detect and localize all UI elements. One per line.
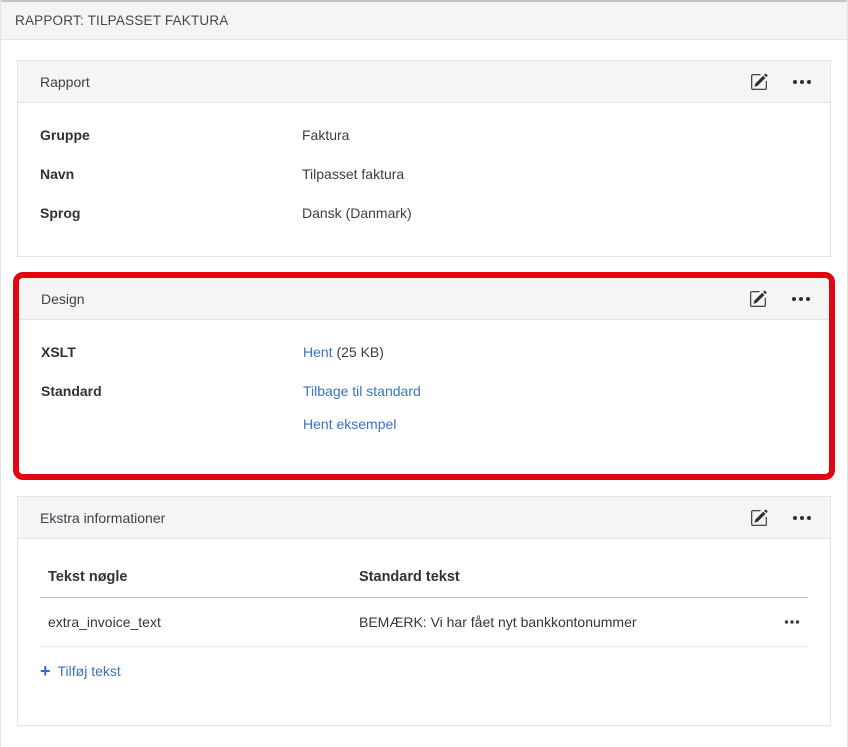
card-ekstra-actions (748, 507, 814, 529)
field-label: Standard (41, 381, 303, 434)
add-text-label: Tilføj tekst (58, 660, 121, 682)
download-example-link[interactable]: Hent eksempel (303, 414, 421, 434)
edit-icon (750, 73, 768, 91)
edit-button[interactable] (747, 288, 769, 310)
add-text-link[interactable]: + Tilføj tekst (40, 660, 121, 682)
ellipsis-icon (792, 512, 812, 524)
cell-row-actions (774, 598, 808, 647)
column-header-key: Tekst nøgle (40, 559, 351, 598)
card-design-header: Design (19, 278, 829, 320)
ellipsis-icon (784, 615, 800, 630)
plus-icon: + (40, 662, 51, 680)
edit-icon (750, 509, 768, 527)
field-value: Hent (25 KB) (303, 342, 384, 362)
card-design-actions (747, 288, 813, 310)
table-header-row: Tekst nøgle Standard tekst (40, 559, 808, 598)
more-button[interactable] (790, 74, 814, 90)
page-header: RAPPORT: TILPASSET FAKTURA (1, 0, 847, 40)
card-rapport-title: Rapport (40, 74, 90, 90)
more-button[interactable] (790, 510, 814, 526)
card-design: Design (19, 278, 829, 474)
ellipsis-icon (792, 76, 812, 88)
field-label: Navn (40, 164, 302, 184)
card-ekstra-informationer: Ekstra informationer (17, 496, 831, 726)
card-design-body: XSLT Hent (25 KB) Standard Tilbage til s… (19, 320, 829, 474)
field-value: Faktura (302, 125, 349, 145)
edit-button[interactable] (748, 71, 770, 93)
field-value: Dansk (Danmark) (302, 203, 412, 223)
main-content: Rapport Gruppe (1, 60, 847, 726)
column-header-text: Standard tekst (351, 559, 774, 598)
field-row-standard: Standard Tilbage til standard Hent eksem… (41, 381, 807, 434)
edit-icon (749, 290, 767, 308)
xslt-file-size: (25 KB) (336, 344, 383, 360)
field-label: XSLT (41, 342, 303, 362)
page-title: RAPPORT: TILPASSET FAKTURA (15, 13, 229, 28)
cell-text-key: extra_invoice_text (40, 598, 351, 647)
field-label: Sprog (40, 203, 302, 223)
card-rapport-body: Gruppe Faktura Navn Tilpasset faktura Sp… (18, 103, 830, 253)
cell-standard-text: BEMÆRK: Vi har fået nyt bankkontonummer (351, 598, 774, 647)
card-rapport-header: Rapport (18, 61, 830, 103)
back-to-standard-link[interactable]: Tilbage til standard (303, 381, 421, 401)
card-ekstra-body: Tekst nøgle Standard tekst extra_invoice… (18, 539, 830, 706)
card-design-title: Design (41, 291, 85, 307)
field-value: Tilpasset faktura (302, 164, 404, 184)
extra-texts-table: Tekst nøgle Standard tekst extra_invoice… (40, 559, 808, 647)
field-row-sprog: Sprog Dansk (Danmark) (40, 203, 808, 223)
card-ekstra-header: Ekstra informationer (18, 497, 830, 539)
field-row-gruppe: Gruppe Faktura (40, 125, 808, 145)
column-header-actions (774, 559, 808, 598)
field-row-navn: Navn Tilpasset faktura (40, 164, 808, 184)
field-label: Gruppe (40, 125, 302, 145)
edit-button[interactable] (748, 507, 770, 529)
design-highlight-outline: Design (13, 272, 835, 480)
ellipsis-icon (791, 293, 811, 305)
field-row-xslt: XSLT Hent (25 KB) (41, 342, 807, 362)
page: RAPPORT: TILPASSET FAKTURA Rapport (0, 0, 848, 747)
card-rapport: Rapport Gruppe (17, 60, 831, 257)
card-rapport-actions (748, 71, 814, 93)
row-more-button[interactable] (784, 615, 800, 630)
table-row: extra_invoice_text BEMÆRK: Vi har fået n… (40, 598, 808, 647)
field-value: Tilbage til standard Hent eksempel (303, 381, 421, 434)
download-xslt-link[interactable]: Hent (303, 344, 333, 360)
more-button[interactable] (789, 291, 813, 307)
card-ekstra-title: Ekstra informationer (40, 510, 165, 526)
